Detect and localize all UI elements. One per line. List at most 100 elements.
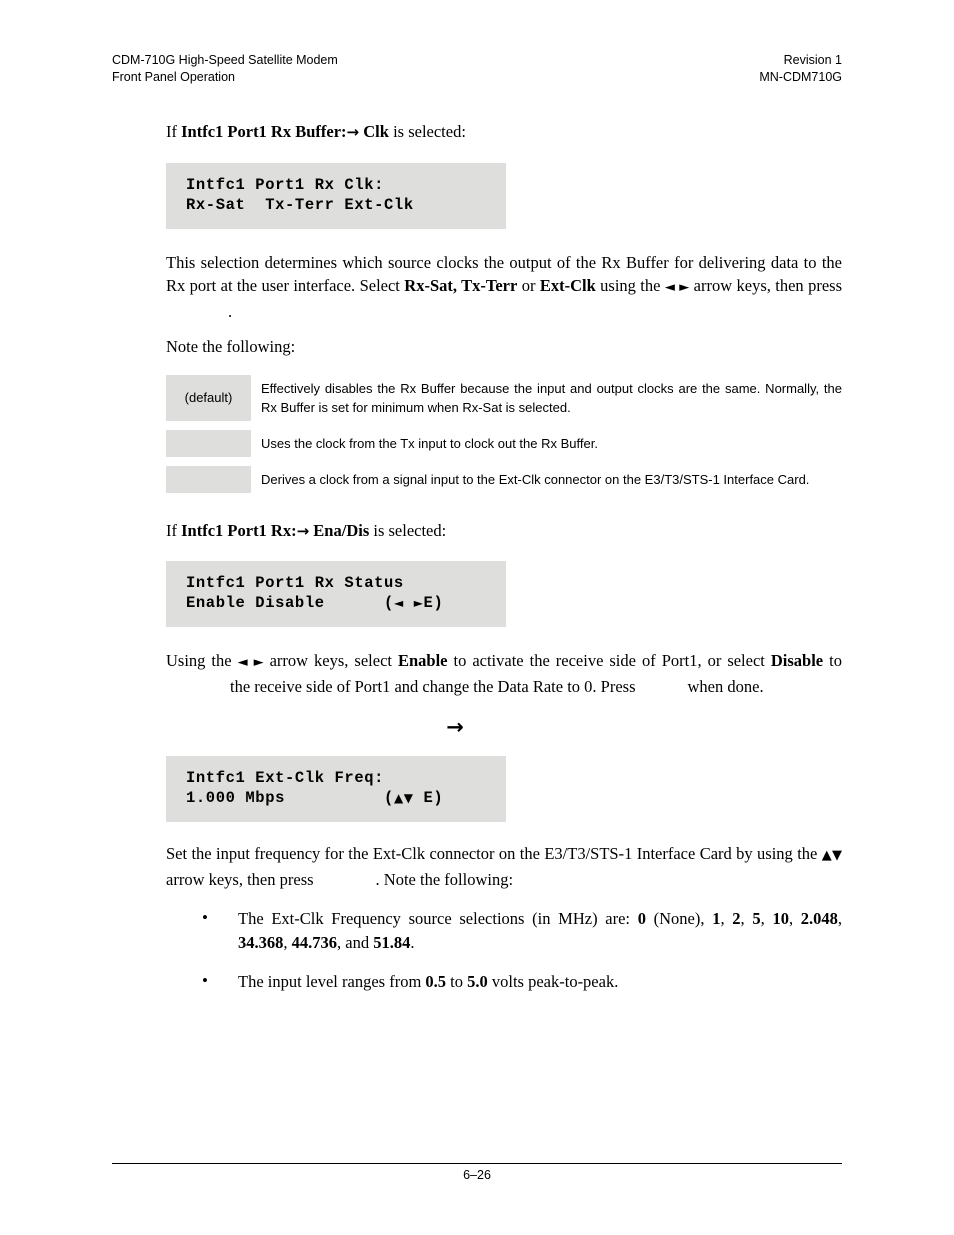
page-header: CDM-710G High-Speed Satellite Modem Fron…	[112, 52, 842, 86]
lcd3-line1: Intfc1 Ext-Clk Freq:	[186, 769, 385, 787]
down-arrow-icon: ▼	[403, 791, 414, 805]
ext-clk-notes-list: • The Ext-Clk Frequency source selections…	[166, 907, 842, 994]
lcd3-line2-value: 1.000 Mbps	[186, 789, 286, 807]
bullet1-t8: , and	[337, 932, 374, 952]
para2-part6: when done.	[687, 676, 764, 696]
up-down-arrow-keys-icon: ▲▼	[821, 848, 842, 863]
bullet1-value-10: 10	[772, 909, 789, 928]
bullet1-t5: ,	[788, 909, 801, 928]
document-page: CDM-710G High-Speed Satellite Modem Fron…	[0, 0, 954, 1235]
intro2-prefix: If	[166, 520, 182, 540]
footer-divider	[112, 1163, 842, 1164]
paragraph-rx-clk-description: This selection determines which source c…	[166, 251, 842, 324]
lcd3-enter-label: E)	[423, 789, 444, 807]
para1-option-extclk: Ext-Clk	[539, 276, 596, 295]
table-cell-option-key: (default)	[166, 374, 251, 421]
para1-end: .	[228, 301, 233, 321]
bullet1-t3: ,	[740, 909, 753, 928]
header-revision: Revision 1	[783, 53, 842, 67]
table-cell-option-description: Derives a clock from a signal input to t…	[261, 471, 810, 487]
para2-part1: Using the	[166, 651, 238, 670]
intro2-option: Ena/Dis	[313, 520, 370, 540]
bullet2-t1: to	[446, 972, 468, 991]
bullet2-value-min: 0.5	[425, 972, 447, 991]
right-arrow-icon: →	[346, 123, 360, 141]
rx-clk-options-table: (default) Effectively disables the Rx Bu…	[166, 374, 842, 493]
table-cell-option-description: Effectively disables the Rx Buffer becau…	[261, 380, 842, 415]
bullet1-t2: ,	[720, 909, 733, 928]
header-left: CDM-710G High-Speed Satellite Modem Fron…	[112, 52, 338, 86]
table-cell-spacer	[251, 429, 261, 457]
bullet1-value-2048: 2.048	[800, 909, 838, 928]
header-chapter-title: Front Panel Operation	[112, 70, 235, 84]
table-cell-spacer	[251, 465, 261, 493]
table-row: Uses the clock from the Tx input to cloc…	[166, 429, 842, 457]
para2-part3: to activate the receive side of Port1, o…	[447, 651, 771, 670]
intro2-suffix: is selected:	[369, 520, 447, 540]
bullet2-value-max: 5.0	[467, 972, 488, 991]
lcd2-paren-open: (	[384, 594, 394, 612]
para2-part2: arrow keys, select	[263, 651, 398, 670]
table-row: Derives a clock from a signal input to t…	[166, 465, 842, 493]
intro1-menu-path: Intfc1 Port1 Rx Buffer:	[181, 122, 347, 141]
lcd-display-rx-status: Intfc1 Port1 Rx Status Enable Disable (◄…	[166, 561, 506, 627]
lcd-display-ext-clk-freq: Intfc1 Ext-Clk Freq: 1.000 Mbps (▲▼ E)	[166, 756, 506, 822]
footer-page-number: 6–26	[463, 1168, 491, 1182]
para2-part4: to	[823, 651, 842, 670]
lcd2-line2-options: Enable Disable	[186, 594, 325, 612]
bullet1-t7: ,	[283, 932, 292, 952]
intro1-option: Clk	[363, 122, 389, 141]
lcd2-line1: Intfc1 Port1 Rx Status	[186, 574, 404, 592]
bullet1-value-2: 2	[732, 909, 741, 928]
table-row-spacer	[166, 421, 842, 430]
left-right-arrow-keys-icon: ◄ ►	[237, 655, 264, 670]
lcd1-line1: Intfc1 Port1 Rx Clk:	[186, 175, 385, 194]
right-arrow-icon: →	[296, 521, 310, 540]
intro-line-rx-ena-dis: If Intfc1 Port1 Rx:→ Ena/Dis is selected…	[166, 519, 842, 544]
table-cell-option-description: Uses the clock from the Tx input to cloc…	[261, 435, 598, 451]
para3-part1: Set the input frequency for the Ext-Clk …	[166, 844, 822, 863]
para1-mid2: using the	[595, 276, 665, 295]
paragraph-enable-disable-description: Using the ◄ ► arrow keys, select Enable …	[166, 649, 842, 698]
table-cell-spacer	[251, 374, 261, 421]
lcd-display-rx-clk: Intfc1 Port1 Rx Clk: Rx-Sat Tx-Terr Ext-…	[166, 162, 506, 229]
para2-option-enable: Enable	[397, 651, 448, 670]
bullet-icon: •	[202, 971, 208, 990]
table-cell-option-key	[166, 429, 251, 457]
lcd1-line2: Rx-Sat Tx-Terr Ext-Clk	[186, 195, 414, 214]
bullet-icon: •	[202, 908, 208, 927]
bullet1-t6: ,	[837, 909, 843, 928]
standalone-right-arrow-icon: →	[446, 715, 464, 739]
table-spacer-cell	[166, 421, 842, 430]
bullet1-value-5: 5	[752, 909, 761, 928]
lcd3-paren-open: (	[384, 789, 394, 807]
para1-mid3: arrow keys, then press	[689, 276, 842, 295]
para2-option-disable: Disable	[770, 651, 824, 670]
bullet2-part1: The input level ranges from	[238, 972, 426, 991]
paragraph-ext-clk-freq-description: Set the input frequency for the Ext-Clk …	[166, 842, 842, 891]
page-content: If Intfc1 Port1 Rx Buffer:→ Clk is selec…	[166, 120, 842, 1010]
left-arrow-icon: ◄	[393, 596, 404, 610]
intro2-menu-path: Intfc1 Port1 Rx:	[181, 520, 297, 540]
bullet1-t1: (None),	[645, 909, 713, 928]
table-row: (default) Effectively disables the Rx Bu…	[166, 374, 842, 421]
bullet1-value-5184: 51.84	[373, 932, 411, 952]
bullet1-t4: ,	[760, 909, 773, 928]
bullet1-value-44736: 44.736	[291, 932, 337, 952]
para1-mid1: or	[517, 276, 540, 295]
table-cell-option-key	[166, 465, 251, 493]
header-part-number: MN-CDM710G	[759, 70, 842, 84]
para3-part3: . Note the following:	[375, 869, 514, 889]
bullet1-value-34368: 34.368	[238, 932, 284, 952]
right-arrow-icon: ►	[413, 596, 424, 610]
intro-line-rx-buffer-clk: If Intfc1 Port1 Rx Buffer:→ Clk is selec…	[166, 120, 842, 145]
header-right: Revision 1 MN-CDM710G	[759, 52, 842, 86]
left-right-arrow-keys-icon: ◄ ►	[664, 280, 690, 295]
para2-part5: the receive side of Port1 and change the…	[230, 676, 636, 696]
bullet1-value-0: 0	[637, 909, 646, 928]
table-row-spacer	[166, 457, 842, 466]
table-spacer-cell	[166, 457, 842, 466]
intro1-prefix: If	[166, 122, 182, 141]
up-arrow-icon: ▲	[393, 791, 404, 805]
bullet1-t9: .	[410, 932, 415, 952]
